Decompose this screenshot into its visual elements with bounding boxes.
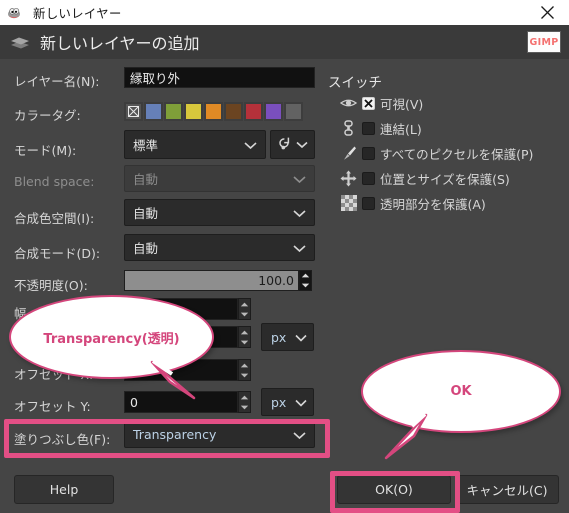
stepper-up-icon[interactable] [300, 271, 311, 281]
linked-checkbox[interactable] [362, 121, 375, 135]
switch-row-lock-pixels[interactable]: すべてのピクセルを保護(P) [340, 144, 533, 162]
chevron-down-icon [296, 138, 308, 152]
ok-button-highlight-box [330, 471, 460, 513]
chevron-down-icon [295, 395, 307, 410]
composite-mode-combo[interactable]: 自動 [124, 234, 315, 261]
switch-row-visible[interactable]: 可視(V) [340, 94, 423, 112]
size-unit-combo[interactable]: px [261, 323, 314, 351]
color-tag-violet[interactable] [264, 102, 283, 121]
composite-mode-label: 合成モード(D): [14, 246, 101, 261]
stepper-down-icon[interactable] [239, 402, 250, 412]
loop-arrow-icon [277, 136, 292, 154]
color-tag-gray[interactable] [284, 102, 303, 121]
color-tag-orange[interactable] [204, 102, 223, 121]
switches-title: スイッチ [328, 75, 382, 91]
close-icon[interactable] [525, 0, 569, 25]
stepper-up-icon[interactable] [239, 392, 250, 402]
color-tag-green[interactable] [164, 102, 183, 121]
color-tag-brown[interactable] [224, 102, 243, 121]
new-layer-dialog: 新しいレイヤー 新しいレイヤーの追加 GIMP レイヤー名(N): 縁取り外 カ… [0, 0, 569, 513]
offset-y-stepper[interactable] [238, 391, 251, 413]
stepper-down-icon[interactable] [239, 370, 250, 380]
switch-row-lock-alpha[interactable]: 透明部分を保護(A) [340, 194, 486, 212]
lock-position-checkbox[interactable] [362, 171, 375, 185]
mode-switch-button[interactable] [270, 130, 315, 159]
eye-icon [340, 95, 357, 112]
switch-label-lock-pixels: すべてのピクセルを保護(P) [380, 146, 534, 162]
fill-color-highlight-box [4, 419, 330, 458]
annotation-bubble-transparency-tail [150, 359, 200, 405]
mode-value: 標準 [133, 138, 159, 153]
color-tag-swatches[interactable] [124, 102, 304, 121]
opacity-stepper[interactable] [299, 270, 312, 291]
switch-row-linked[interactable]: 連結(L) [340, 119, 422, 137]
lock-pixels-checkbox[interactable] [362, 146, 375, 160]
window-titlebar: 新しいレイヤー [0, 0, 569, 26]
composite-space-label: 合成色空間(I): [14, 211, 95, 226]
layer-name-input[interactable]: 縁取り外 [124, 67, 315, 88]
opacity-label: 不透明度(O): [14, 278, 88, 293]
chevron-down-icon [244, 137, 257, 152]
checkerboard-icon [340, 195, 357, 212]
chevron-down-icon [295, 330, 307, 345]
height-stepper[interactable] [238, 326, 251, 348]
chevron-down-icon [293, 171, 306, 186]
chevron-down-icon [293, 240, 306, 255]
stepper-up-icon[interactable] [239, 299, 250, 309]
gimp-wilber-icon [7, 6, 25, 20]
stepper-up-icon[interactable] [239, 327, 250, 337]
annotation-text-ok: OK [450, 384, 472, 399]
gimp-badge: GIMP [527, 31, 561, 53]
mode-combo[interactable]: 標準 [124, 130, 266, 159]
offset-y-label: オフセット Y: [14, 399, 91, 414]
blend-space-value: 自動 [133, 172, 159, 187]
switch-row-lock-position[interactable]: 位置とサイズを保護(S) [340, 169, 510, 187]
switch-label-lock-position: 位置とサイズを保護(S) [380, 171, 510, 187]
composite-mode-value: 自動 [133, 241, 159, 256]
window-title: 新しいレイヤー [33, 6, 122, 21]
mode-label: モード(M): [14, 143, 77, 158]
color-tag-blue[interactable] [144, 102, 163, 121]
width-stepper[interactable] [238, 298, 251, 320]
stepper-up-icon[interactable] [239, 360, 250, 370]
chevron-down-icon [293, 205, 306, 220]
paintbrush-icon [340, 145, 357, 162]
stepper-down-icon[interactable] [239, 337, 250, 347]
composite-space-combo[interactable]: 自動 [124, 199, 315, 226]
annotation-bubble-ok-tail [380, 412, 435, 463]
color-tag-label: カラータグ: [14, 108, 81, 123]
switch-label-visible: 可視(V) [380, 96, 424, 112]
switch-label-lock-alpha: 透明部分を保護(A) [380, 196, 486, 212]
opacity-value: 100.0 [258, 273, 294, 288]
help-button[interactable]: Help [14, 475, 114, 504]
move-cross-icon [340, 170, 357, 187]
color-tag-yellow[interactable] [184, 102, 203, 121]
layers-icon [8, 32, 32, 52]
color-tag-none[interactable] [124, 102, 143, 121]
blend-space-combo[interactable]: 自動 [124, 165, 315, 192]
offset-unit-value: px [271, 394, 287, 410]
dialog-title: 新しいレイヤーの追加 [40, 34, 200, 53]
composite-space-value: 自動 [133, 206, 159, 221]
dialog-footer: Help OK(O) キャンセル(C) [0, 467, 569, 513]
lock-alpha-checkbox[interactable] [362, 196, 375, 210]
offset-x-stepper[interactable] [238, 359, 251, 381]
dialog-header: 新しいレイヤーの追加 GIMP [0, 25, 569, 59]
annotation-text-transparency: Transparency(透明) [43, 331, 180, 347]
chain-link-icon [340, 120, 357, 137]
offset-unit-combo[interactable]: px [261, 388, 314, 416]
visible-checkbox[interactable] [362, 96, 375, 110]
switch-label-linked: 連結(L) [380, 121, 422, 137]
blend-space-label: Blend space: [14, 174, 95, 189]
opacity-slider[interactable]: 100.0 [124, 270, 299, 291]
stepper-down-icon[interactable] [300, 281, 311, 291]
color-tag-red[interactable] [244, 102, 263, 121]
layer-name-label: レイヤー名(N): [14, 74, 100, 89]
size-unit-value: px [271, 329, 287, 345]
cancel-button[interactable]: キャンセル(C) [455, 475, 559, 504]
stepper-down-icon[interactable] [239, 309, 250, 319]
